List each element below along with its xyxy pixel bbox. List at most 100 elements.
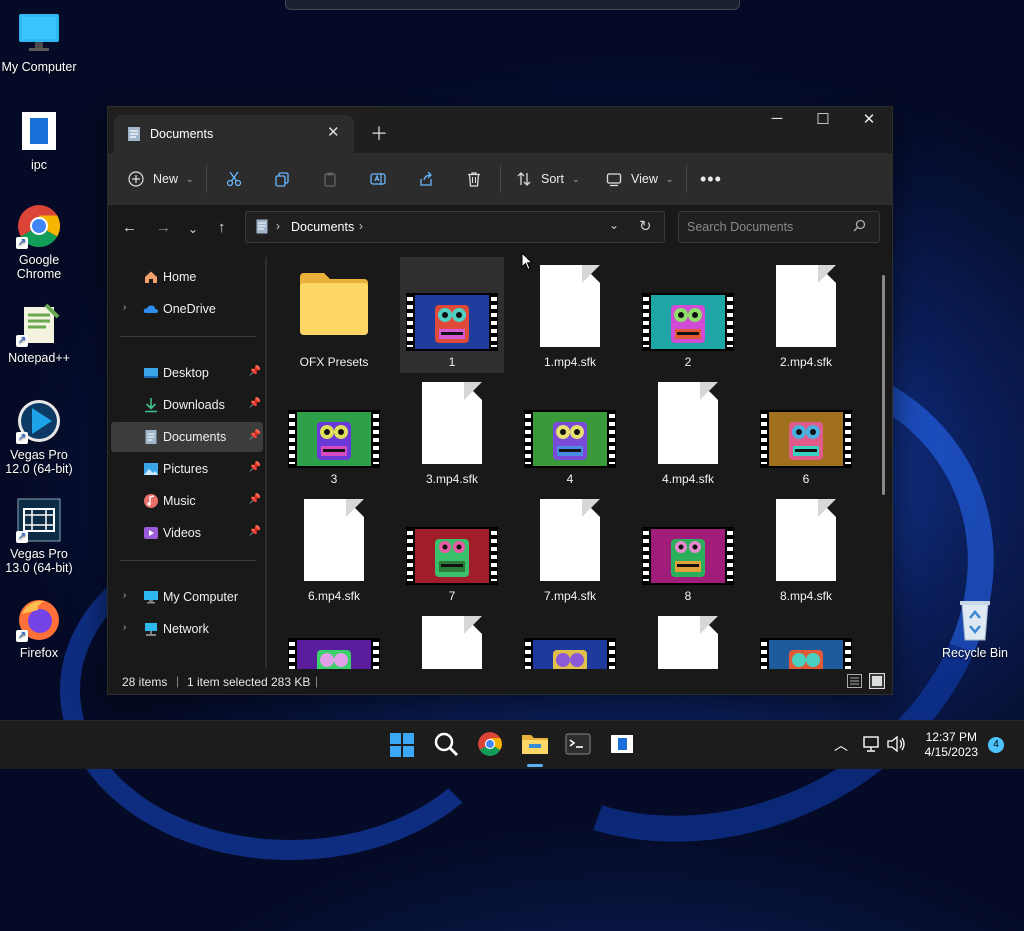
sidebar-item-music[interactable]: Music 📌 — [111, 486, 263, 516]
file-item-video[interactable]: 6 — [754, 374, 858, 490]
vertical-scrollbar[interactable] — [882, 275, 885, 495]
chevron-down-icon: ⌄ — [665, 173, 674, 184]
file-item-sfk[interactable]: 2.mp4.sfk — [754, 257, 858, 373]
desktop-icon-vegas-13[interactable]: ↗ Vegas Pro 13.0 (64-bit) — [1, 497, 77, 575]
file-name: 6.mp4.sfk — [307, 589, 361, 603]
network-status-icon[interactable] — [862, 735, 882, 758]
file-name: 8 — [684, 589, 692, 603]
sidebar-item-downloads[interactable]: Downloads 📌 — [111, 390, 263, 420]
more-options-button[interactable]: ••• — [700, 167, 722, 191]
view-icon — [606, 171, 622, 187]
new-button[interactable]: New ⌄ — [128, 167, 194, 191]
start-windows-icon[interactable] — [389, 731, 417, 759]
new-tab-icon[interactable]: ＋ — [370, 120, 388, 146]
file-item-video-partial[interactable] — [754, 608, 858, 671]
desktop-icon-chrome[interactable]: ↗ Google Chrome — [1, 203, 77, 281]
desktop-icon-notepadpp[interactable]: ↗ Notepad++ — [1, 301, 77, 365]
file-item-video[interactable]: 2 — [636, 257, 740, 373]
taskbar-ipc-icon[interactable] — [609, 731, 637, 759]
close-window-icon[interactable]: ✕ — [846, 110, 892, 128]
expand-chevron-icon[interactable]: › — [123, 302, 126, 313]
show-hidden-icons-chevron-icon[interactable]: ︿ — [834, 735, 848, 755]
file-item-sfk[interactable]: 7.mp4.sfk — [518, 491, 622, 607]
tiles-view-icon[interactable] — [869, 673, 885, 692]
desktop-icon-my-computer[interactable]: My Computer — [1, 10, 77, 74]
download-arrow-icon — [143, 397, 159, 413]
file-item-sfk[interactable]: 4.mp4.sfk — [636, 374, 740, 490]
sort-button[interactable]: Sort ⌄ — [516, 167, 579, 191]
address-dropdown-chevron-icon[interactable]: ⌄ — [609, 218, 619, 232]
file-item-sfk-partial[interactable] — [636, 608, 740, 671]
volume-icon[interactable] — [886, 735, 906, 758]
breadcrumb-separator-icon: › — [276, 219, 280, 233]
file-item-sfk-partial[interactable] — [400, 608, 504, 671]
sidebar-item-my-computer[interactable]: › My Computer — [111, 582, 263, 612]
system-clock[interactable]: 12:37 PM 4/15/2023 — [925, 730, 978, 760]
pin-icon: 📌 — [248, 526, 261, 537]
desktop-icon-label: Recycle Bin — [942, 646, 1008, 660]
pane-splitter[interactable] — [265, 257, 267, 669]
file-item-folder[interactable]: OFX Presets — [282, 257, 386, 373]
desktop-icon-ipc[interactable]: ipc — [1, 108, 77, 172]
file-item-sfk[interactable]: 6.mp4.sfk — [282, 491, 386, 607]
taskbar-search-icon[interactable] — [433, 731, 461, 759]
search-input[interactable]: Search Documents — [687, 220, 793, 234]
sidebar-item-network[interactable]: › Network — [111, 614, 263, 644]
details-view-icon[interactable] — [847, 674, 862, 691]
paste-button[interactable] — [322, 167, 338, 191]
desktop-icon-vegas-12[interactable]: ↗ Vegas Pro 12.0 (64-bit) — [1, 398, 77, 476]
tab-documents[interactable]: Documents ✕ — [114, 115, 354, 153]
breadcrumb-documents[interactable]: Documents — [291, 220, 354, 234]
expand-chevron-icon[interactable]: › — [123, 590, 126, 601]
file-item-sfk[interactable]: 3.mp4.sfk — [400, 374, 504, 490]
file-item-video[interactable]: 3 — [282, 374, 386, 490]
cut-button[interactable] — [226, 167, 242, 191]
view-button[interactable]: View ⌄ — [606, 167, 673, 191]
sidebar-item-label: Home — [163, 270, 197, 284]
taskbar-file-explorer-icon[interactable] — [521, 731, 549, 759]
video-thumbnail — [642, 527, 734, 585]
share-button[interactable] — [418, 167, 434, 191]
vegas-play-icon: ↗ — [16, 398, 62, 444]
rename-button[interactable] — [370, 167, 386, 191]
sidebar-item-pictures[interactable]: Pictures 📌 — [111, 454, 263, 484]
file-item-sfk[interactable]: 8.mp4.sfk — [754, 491, 858, 607]
file-name: 4.mp4.sfk — [661, 472, 715, 486]
file-item-video-partial[interactable] — [518, 608, 622, 671]
notification-badge[interactable]: 4 — [988, 737, 1004, 753]
sidebar-item-videos[interactable]: Videos 📌 — [111, 518, 263, 548]
up-arrow-icon[interactable]: ↑ — [218, 219, 226, 236]
refresh-icon[interactable]: ↻ — [639, 217, 652, 235]
sidebar-item-home[interactable]: Home — [111, 262, 263, 292]
file-item-video-partial[interactable] — [282, 608, 386, 671]
file-item-video[interactable]: 7 — [400, 491, 504, 607]
delete-button[interactable] — [466, 167, 482, 191]
back-arrow-icon[interactable]: ← — [122, 219, 137, 236]
address-row: ← → ⌄ ↑ › Documents › ⌄ ↻ Search Documen… — [108, 205, 892, 257]
file-item-sfk[interactable]: 1.mp4.sfk — [518, 257, 622, 373]
address-bar[interactable]: › Documents › ⌄ ↻ — [245, 211, 665, 243]
tab-close-icon[interactable]: ✕ — [327, 123, 340, 141]
forward-arrow-icon[interactable]: → — [156, 219, 171, 236]
taskbar-chrome-icon[interactable] — [477, 731, 505, 759]
background-window-edge — [285, 0, 740, 10]
desktop-icon-recycle-bin[interactable]: Recycle Bin — [937, 596, 1013, 660]
recent-locations-chevron-icon[interactable]: ⌄ — [188, 222, 198, 236]
expand-chevron-icon[interactable]: › — [123, 622, 126, 633]
sidebar-item-desktop[interactable]: Desktop 📌 — [111, 358, 263, 388]
desktop-icon-firefox[interactable]: ↗ Firefox — [1, 596, 77, 660]
file-item-video[interactable]: 4 — [518, 374, 622, 490]
copy-icon — [274, 171, 290, 187]
file-item-video[interactable]: 1 — [400, 257, 504, 373]
sidebar-item-onedrive[interactable]: › OneDrive — [111, 294, 263, 324]
sidebar-item-documents[interactable]: Documents 📌 — [111, 422, 263, 452]
status-divider: | — [315, 674, 319, 688]
file-name: 6 — [802, 472, 810, 486]
maximize-icon[interactable]: ☐ — [800, 110, 846, 128]
copy-button[interactable] — [274, 167, 290, 191]
search-box[interactable]: Search Documents — [678, 211, 880, 243]
taskbar-terminal-icon[interactable] — [565, 731, 593, 759]
file-item-video[interactable]: 8 — [636, 491, 740, 607]
monitor-icon — [16, 10, 62, 56]
minimize-icon[interactable]: ─ — [754, 110, 800, 127]
